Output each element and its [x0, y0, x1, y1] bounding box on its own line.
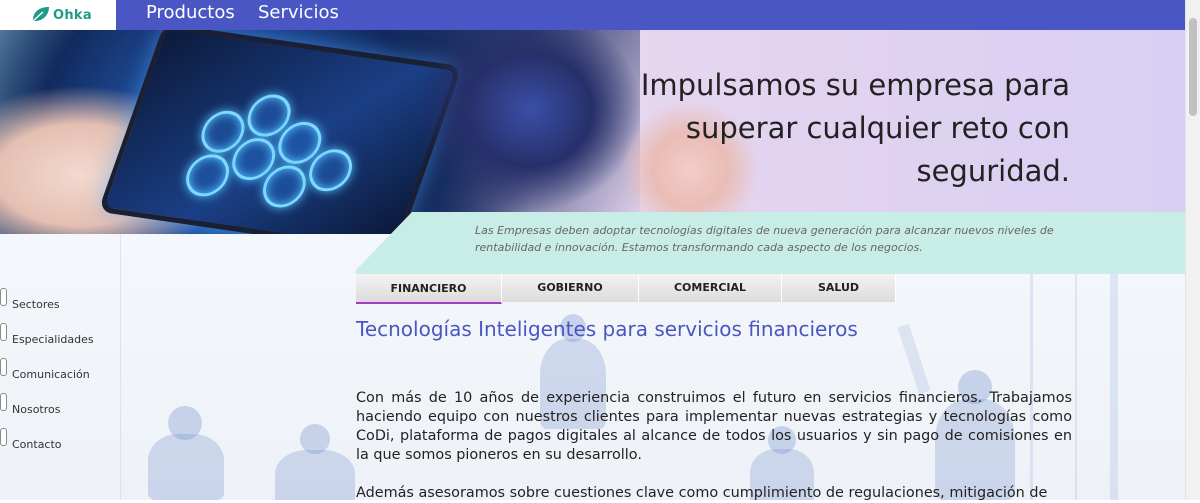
tab-financiero[interactable]: FINANCIERO [356, 274, 502, 304]
scrollbar-thumb[interactable] [1189, 18, 1197, 116]
hero-banner: Impulsamos su empresa para superar cualq… [0, 30, 1186, 234]
section-title: Tecnologías Inteligentes para servicios … [356, 317, 858, 341]
checkbox-icon[interactable] [0, 428, 7, 446]
content-paragraph: Con más de 10 años de experiencia constr… [356, 390, 1072, 463]
top-navbar: Ohka Productos Servicios [0, 0, 1186, 30]
hero-title: Impulsamos su empresa para superar cualq… [640, 68, 1070, 188]
sidebar-item-label: Sectores [12, 298, 60, 311]
sidebar-item-sectores[interactable]: Sectores [0, 288, 120, 311]
checkbox-icon[interactable] [0, 323, 7, 341]
hero-subtitle: Las Empresas deben adoptar tecnologías d… [475, 224, 1054, 254]
tab-comercial[interactable]: COMERCIAL [639, 274, 782, 302]
sidebar-item-label: Comunicación [12, 368, 90, 381]
sidebar-item-comunicacion[interactable]: Comunicación [0, 358, 120, 381]
tab-salud[interactable]: SALUD [782, 274, 896, 302]
sidebar-item-label: Contacto [12, 438, 62, 451]
nav-link-productos[interactable]: Productos [146, 2, 235, 23]
sidebar-item-label: Especialidades [12, 333, 94, 346]
tablet-illustration [97, 30, 463, 234]
content-paragraph: Además asesoramos sobre cuestiones clave… [356, 485, 1048, 501]
checkbox-icon[interactable] [0, 358, 7, 376]
sidebar-item-contacto[interactable]: Contacto [0, 428, 120, 451]
checkbox-icon[interactable] [0, 288, 7, 306]
sidebar-item-especialidades[interactable]: Especialidades [0, 323, 120, 346]
sidebar-item-label: Nosotros [12, 403, 61, 416]
sidebar-item-nosotros[interactable]: Nosotros [0, 393, 120, 416]
logo[interactable]: Ohka [0, 0, 116, 30]
nav-link-servicios[interactable]: Servicios [258, 2, 339, 23]
checkbox-icon[interactable] [0, 393, 7, 411]
leaf-logo-icon [33, 7, 49, 21]
tab-gobierno[interactable]: GOBIERNO [502, 274, 639, 302]
vertical-scrollbar[interactable] [1185, 0, 1200, 500]
logo-text: Ohka [53, 8, 92, 23]
